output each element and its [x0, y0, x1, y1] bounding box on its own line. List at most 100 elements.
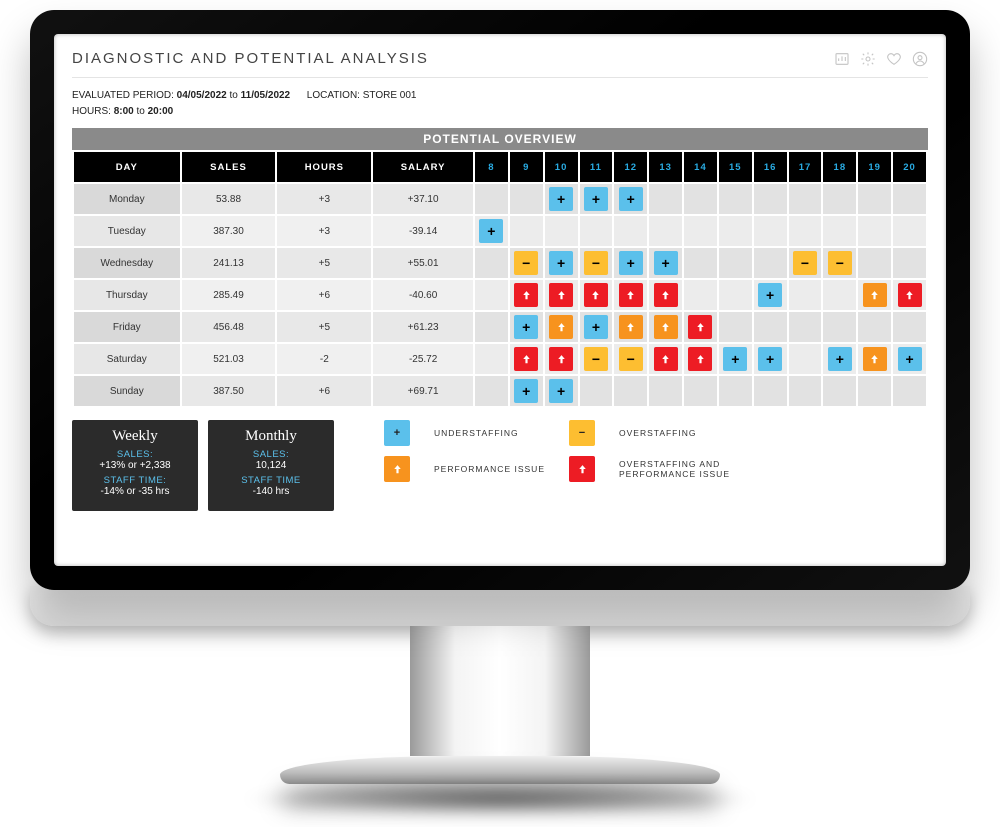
heart-icon[interactable]	[886, 51, 902, 67]
slot	[719, 376, 752, 406]
col-hour-10: 10	[545, 152, 578, 182]
slot	[789, 312, 822, 342]
slot	[545, 216, 578, 246]
slot-badge-U: +	[514, 315, 538, 339]
slot-badge-P	[863, 283, 887, 307]
slot-badge-U: +	[549, 251, 573, 275]
slot-badge-U: +	[619, 187, 643, 211]
cell-sales: 53.88	[182, 184, 276, 214]
slot	[510, 344, 543, 374]
slot	[754, 248, 787, 278]
col-hour-15: 15	[719, 152, 752, 182]
screen: DIAGNOSTIC AND POTENTIAL ANALYSIS	[54, 34, 946, 566]
slot: −	[823, 248, 856, 278]
slot: +	[580, 184, 613, 214]
cell-salary: +61.23	[373, 312, 473, 342]
overview-table: DAYSALESHOURSSALARY891011121314151617181…	[72, 150, 928, 408]
slot-badge-U: +	[549, 379, 573, 403]
cell-day: Saturday	[74, 344, 180, 374]
col-hours: HOURS	[277, 152, 371, 182]
slot	[684, 280, 717, 310]
date-to: 11/05/2022	[241, 90, 291, 101]
slot: −	[614, 344, 647, 374]
table-row: Wednesday241.13+5+55.01−+−++−−	[74, 248, 926, 278]
cell-hours: +3	[277, 216, 371, 246]
slot	[858, 280, 891, 310]
monitor-shadow	[240, 782, 760, 816]
col-hour-17: 17	[789, 152, 822, 182]
monitor-neck	[410, 626, 590, 756]
slot	[789, 280, 822, 310]
slot	[893, 216, 926, 246]
cell-day: Sunday	[74, 376, 180, 406]
titlebar: DIAGNOSTIC AND POTENTIAL ANALYSIS	[72, 44, 928, 78]
slot: +	[893, 344, 926, 374]
col-salary: SALARY	[373, 152, 473, 182]
slot	[893, 312, 926, 342]
legend: + UNDERSTAFFING − OVERSTAFFING PERFORMAN…	[384, 420, 749, 482]
cell-salary: +37.10	[373, 184, 473, 214]
slot: +	[719, 344, 752, 374]
monthly-card: Monthly SALES: 10,124 STAFF TIME -140 hr…	[208, 420, 334, 511]
slot	[649, 184, 682, 214]
slot	[475, 376, 508, 406]
user-icon[interactable]	[912, 51, 928, 67]
weekly-time-k: STAFF TIME:	[80, 475, 190, 486]
slot-badge-U: +	[758, 347, 782, 371]
col-hour-19: 19	[858, 152, 891, 182]
slot	[475, 312, 508, 342]
slot-badge-U: +	[479, 219, 503, 243]
table-row: Saturday521.03-2-25.72−−++++	[74, 344, 926, 374]
slot-badge-O: −	[619, 347, 643, 371]
slot-badge-O: −	[828, 251, 852, 275]
legend-over-swatch: −	[569, 420, 595, 446]
slot-badge-U: +	[584, 187, 608, 211]
slot	[684, 216, 717, 246]
slot	[510, 280, 543, 310]
slot-badge-R	[549, 347, 573, 371]
cell-sales: 387.50	[182, 376, 276, 406]
slot-badge-R	[514, 283, 538, 307]
legend-both-swatch	[569, 456, 595, 482]
slot-badge-R	[898, 283, 922, 307]
slot-badge-R	[654, 283, 678, 307]
slot: +	[510, 376, 543, 406]
cell-sales: 387.30	[182, 216, 276, 246]
slot-badge-R	[688, 315, 712, 339]
slot-badge-O: −	[514, 251, 538, 275]
slot	[580, 376, 613, 406]
date-from: 04/05/2022	[177, 90, 227, 101]
to-1: to	[230, 90, 238, 101]
slot	[823, 216, 856, 246]
gear-icon[interactable]	[860, 51, 876, 67]
legend-under-label: UNDERSTAFFING	[434, 428, 545, 438]
chart-icon[interactable]	[834, 51, 850, 67]
table-row: Thursday285.49+6-40.60+	[74, 280, 926, 310]
slot	[649, 376, 682, 406]
slot	[614, 280, 647, 310]
slot: −	[789, 248, 822, 278]
slot	[789, 216, 822, 246]
slot-badge-U: +	[584, 315, 608, 339]
slot: +	[754, 344, 787, 374]
slot	[614, 216, 647, 246]
slot	[858, 184, 891, 214]
hour-from: 8:00	[114, 106, 134, 117]
cell-sales: 285.49	[182, 280, 276, 310]
hour-to: 20:00	[148, 106, 174, 117]
cell-salary: -39.14	[373, 216, 473, 246]
slot-badge-P	[619, 315, 643, 339]
slot	[510, 216, 543, 246]
legend-perf-label: PERFORMANCE ISSUE	[434, 464, 545, 474]
slot	[580, 280, 613, 310]
slot	[893, 280, 926, 310]
slot: +	[754, 280, 787, 310]
slot	[823, 280, 856, 310]
slot-badge-U: +	[898, 347, 922, 371]
weekly-card: Weekly SALES: +13% or +2,338 STAFF TIME:…	[72, 420, 198, 511]
col-day: DAY	[74, 152, 180, 182]
meta-block: EVALUATED PERIOD: 04/05/2022 to 11/05/20…	[72, 78, 928, 128]
slot	[893, 248, 926, 278]
slot-badge-O: −	[584, 251, 608, 275]
slot	[649, 280, 682, 310]
